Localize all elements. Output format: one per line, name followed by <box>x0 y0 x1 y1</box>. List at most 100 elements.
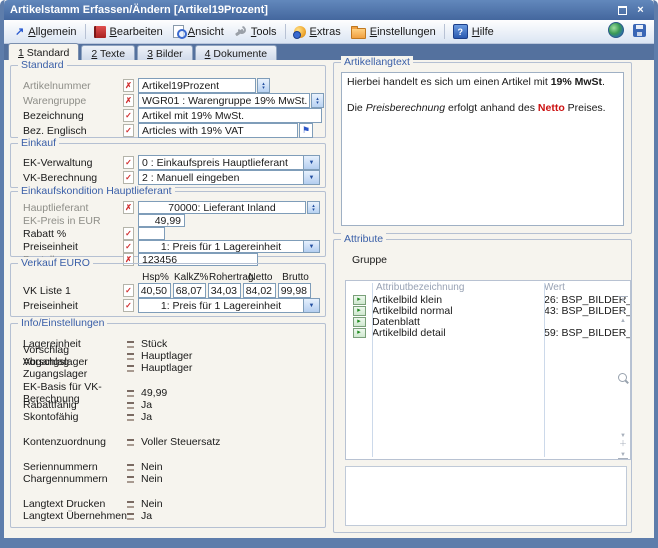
bez-englisch-input[interactable]: Articles with 19% VAT <box>138 123 298 138</box>
groupbox-title: Attribute <box>341 233 386 245</box>
artikelnummer-lookup-button[interactable] <box>257 78 270 93</box>
table-row[interactable]: Datenblatt <box>346 316 630 327</box>
vk-berechnung-select[interactable]: 2 : Manuell eingeben <box>138 170 320 185</box>
attribute-table[interactable]: Attributbezeichnung Wert Artikelbild kle… <box>345 280 631 460</box>
netto-input[interactable]: 84,02 <box>243 283 276 298</box>
rabatt-input[interactable] <box>138 227 165 240</box>
attribute-detail-panel[interactable] <box>345 466 627 526</box>
header-hsp: Hsp% <box>139 272 172 283</box>
dropdown-arrow-icon[interactable] <box>303 299 319 312</box>
dropdown-arrow-icon[interactable] <box>303 241 319 252</box>
equals-icon <box>127 439 134 446</box>
search-icon[interactable] <box>618 373 627 382</box>
menu-label: Ansicht <box>188 26 224 38</box>
warengruppe-input[interactable]: WGR01 : Warengruppe 19% MwSt. Netto <box>138 93 310 108</box>
dropdown-arrow-icon[interactable] <box>303 156 319 169</box>
hauptlieferant-input[interactable]: 70000: Lieferant Inland <box>138 201 306 214</box>
info-row: ChargennummernNein <box>11 473 325 485</box>
preiseinheit-ek-value: 1: Preis für 1 Lagereinheit <box>139 241 303 253</box>
warengruppe-lookup-button[interactable] <box>311 93 324 108</box>
menu-allgemein[interactable]: Allgemein <box>10 23 82 40</box>
ek-preis-value: 49,99 <box>155 215 181 227</box>
info-row: KontenzuordnungVoller Steuersatz <box>11 436 325 448</box>
window-title: Artikelstamm Erfassen/Ändern [Artikel19P… <box>10 4 612 16</box>
hauptlieferant-label: Hauptlieferant <box>23 202 123 214</box>
maximize-button[interactable] <box>615 4 630 17</box>
info-row: RabattfähigJa <box>11 399 325 411</box>
attribute-image-icon <box>353 317 366 327</box>
info-row: EK-Basis für VK-Berechnung49,99 <box>11 387 325 399</box>
info-value: 49,99 <box>141 387 167 399</box>
tab-label: 2 Texte <box>91 48 125 60</box>
equals-icon <box>127 513 134 520</box>
field-status-check-icon <box>123 227 134 240</box>
page-standard: Standard Artikelnummer Artikel19Prozent … <box>4 60 654 538</box>
menu-einstellungen[interactable]: Einstellungen <box>346 23 441 41</box>
scroll-last-icon[interactable] <box>618 452 628 459</box>
scroll-prev-icon[interactable] <box>618 308 628 314</box>
menu-ansicht[interactable]: Ansicht <box>168 23 229 40</box>
bezeichnung-input[interactable]: Artikel mit 19% MwSt. <box>138 108 322 123</box>
groupbox-standard: Standard Artikelnummer Artikel19Prozent … <box>10 65 326 138</box>
preiseinheit-ek-select[interactable]: 1: Preis für 1 Lagereinheit <box>138 240 320 253</box>
kalkz-input[interactable]: 68,07 <box>173 283 206 298</box>
rohertrag-value: 34,03 <box>211 285 237 297</box>
table-row[interactable]: Artikelbild detail59: BSP_BILDER_1.BMP <box>346 327 630 338</box>
info-value: Stück <box>141 338 167 350</box>
preiseinheit-vk-select[interactable]: 1: Preis für 1 Lagereinheit <box>138 298 320 313</box>
menu-label: Allgemein <box>28 26 76 38</box>
groupbox-title: Einkaufskondition Hauptlieferant <box>18 185 175 197</box>
ek-verwaltung-label: EK-Verwaltung <box>23 157 123 169</box>
brutto-input[interactable]: 99,98 <box>278 283 311 298</box>
table-side-toolbar <box>616 281 630 459</box>
close-button[interactable] <box>633 4 648 17</box>
insert-row-icon[interactable] <box>618 441 628 448</box>
langtext-line-1: Hierbei handelt es sich um einen Artikel… <box>347 76 618 89</box>
menu-tools[interactable]: Tools <box>229 23 282 40</box>
menu-extras[interactable]: Extras <box>289 24 346 40</box>
rohertrag-input[interactable]: 34,03 <box>208 283 241 298</box>
scroll-first-icon[interactable] <box>618 296 628 303</box>
menu-label: Tools <box>251 26 277 38</box>
info-value: Voller Steuersatz <box>141 436 220 448</box>
tab-texte[interactable]: 2 Texte <box>81 45 135 61</box>
field-status-check-icon <box>123 109 134 122</box>
info-value: Hauptlager <box>141 350 192 362</box>
artikelnummer-input[interactable]: Artikel19Prozent <box>138 78 256 93</box>
langtext-textarea[interactable]: Hierbei handelt es sich um einen Artikel… <box>341 72 624 226</box>
ek-verwaltung-select[interactable]: 0 : Einkaufspreis Hauptlieferant <box>138 155 320 170</box>
preiseinheit-vk-value: 1: Preis für 1 Lagereinheit <box>139 300 303 312</box>
equals-icon <box>127 353 134 360</box>
groupbox-einkaufskondition: Einkaufskondition Hauptlieferant Hauptli… <box>10 191 326 257</box>
info-row: SeriennummernNein <box>11 461 325 473</box>
groupbox-title: Verkauf EURO <box>18 257 93 269</box>
hsp-input[interactable]: 40,50 <box>138 283 171 298</box>
titlebar[interactable]: Artikelstamm Erfassen/Ändern [Artikel19P… <box>4 0 654 20</box>
tab-bilder[interactable]: 3 Bilder <box>137 45 193 61</box>
menu-bearbeiten[interactable]: Bearbeiten <box>89 24 168 40</box>
info-label: Vorschlag Zugangslager <box>23 356 127 380</box>
web-button[interactable] <box>606 20 626 43</box>
tab-dokumente[interactable]: 4 Dokumente <box>195 45 277 61</box>
attribute-image-icon <box>353 328 366 338</box>
table-row[interactable]: Artikelbild klein26: BSP_BILDER_1.BMP <box>346 294 630 305</box>
ek-preis-input[interactable]: 49,99 <box>138 214 185 227</box>
scroll-up-icon[interactable] <box>618 318 628 324</box>
menu-label: Einstellungen <box>370 26 436 38</box>
hauptlieferant-lookup-button[interactable] <box>307 201 320 214</box>
netto-value: 84,02 <box>246 285 272 297</box>
equals-icon <box>127 414 134 421</box>
language-flag-button[interactable] <box>299 123 313 138</box>
dropdown-arrow-icon[interactable] <box>303 171 319 184</box>
arrow-ne-icon <box>15 25 24 38</box>
info-label: Langtext Drucken <box>23 498 127 510</box>
menu-hilfe[interactable]: Hilfe <box>448 22 499 41</box>
save-button[interactable] <box>631 22 648 42</box>
info-value: Nein <box>141 461 163 473</box>
bez-englisch-label: Bez. Englisch <box>23 125 123 137</box>
field-status-check-icon <box>123 240 134 253</box>
warengruppe-value: WGR01 : Warengruppe 19% MwSt. Netto <box>142 95 310 107</box>
groupbox-attribute: Attribute Gruppe Attributbezeichnung Wer… <box>333 239 632 533</box>
table-row[interactable]: Artikelbild normal43: BSP_BILDER_1.BMP <box>346 305 630 316</box>
groupbox-title: Info/Einstellungen <box>18 317 107 329</box>
